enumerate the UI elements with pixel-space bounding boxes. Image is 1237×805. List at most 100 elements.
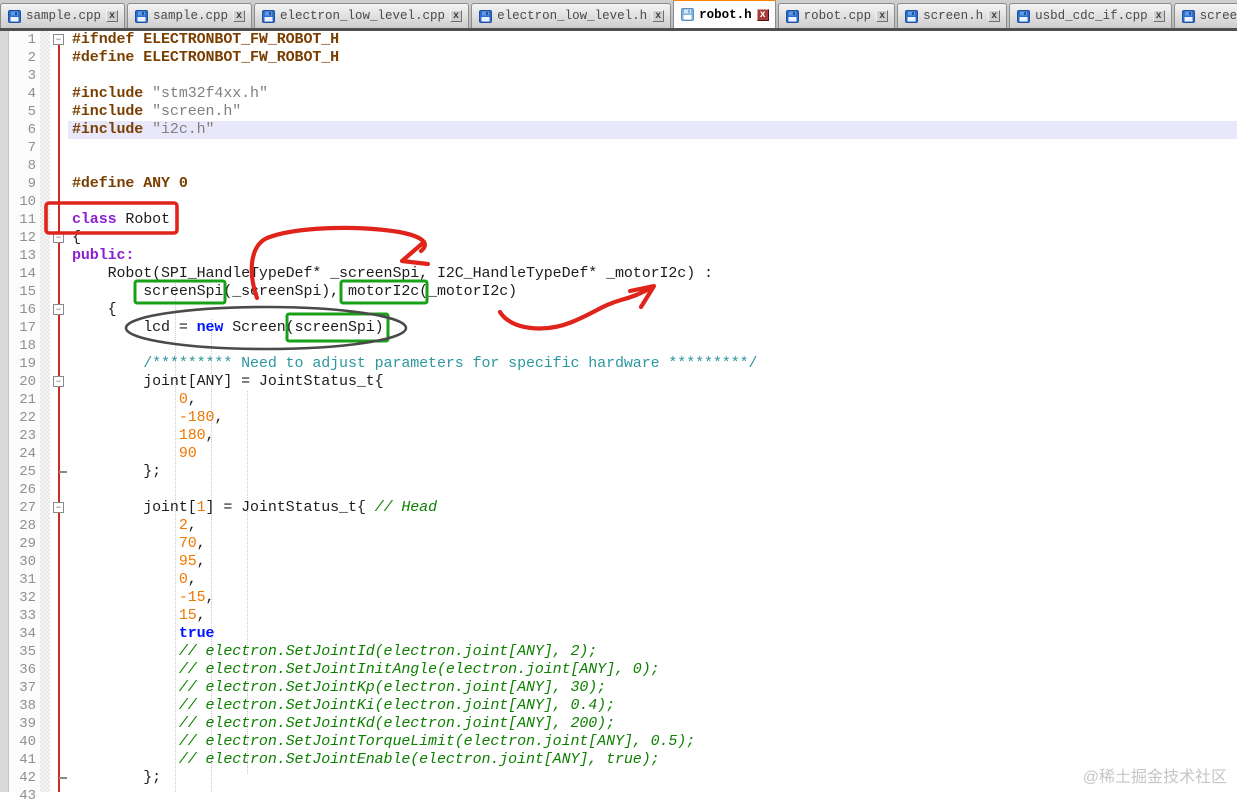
- editor-left-edge: [0, 31, 9, 792]
- token-def: [72, 391, 179, 408]
- token-def: ,: [196, 607, 206, 624]
- line-number: 40: [19, 734, 36, 750]
- token-def: lcd =: [72, 319, 197, 336]
- token-num: 180: [178, 427, 206, 444]
- fold-guide-line: [58, 38, 60, 792]
- token-cml: // electron.SetJointId(electron.joint[AN…: [72, 643, 598, 660]
- fold-collapse-icon[interactable]: −: [53, 304, 64, 315]
- code-line-16: {: [72, 301, 1237, 319]
- token-cml: // electron.SetJointInitAngle(electron.j…: [72, 661, 660, 678]
- code-line-15: screenSpi(_screenSpi), motorI2c(_motorI2…: [72, 283, 1237, 301]
- code-line-17: lcd = new Screen(screenSpi);: [72, 319, 1237, 337]
- code-line-2: #define ELECTRONBOT_FW_ROBOT_H: [72, 49, 1237, 67]
- line-number: 43: [19, 788, 36, 804]
- tab-screen.h[interactable]: screen.h x: [897, 3, 1008, 28]
- token-def: joint[ANY] = JointStatus_t{: [72, 373, 384, 390]
- line-number: 38: [19, 698, 36, 714]
- tab-screen.cpp[interactable]: screen.cppx: [1173, 3, 1237, 28]
- fold-margin[interactable]: − − − − −: [50, 31, 68, 792]
- floppy-disk-icon: [479, 9, 493, 23]
- token-def: Robot(SPI_HandleTypeDef* _screenSpi, I2C…: [72, 265, 713, 282]
- line-number: 26: [19, 482, 36, 498]
- code-line-32: -15,: [72, 589, 1237, 607]
- code-line-37: // electron.SetJointKp(electron.joint[AN…: [72, 679, 1237, 697]
- tab-close-icon[interactable]: x: [756, 8, 769, 21]
- line-number: 17: [19, 320, 36, 336]
- token-cml: // electron.SetJointKd(electron.joint[AN…: [72, 715, 615, 732]
- tab-close-icon[interactable]: x: [106, 10, 119, 22]
- token-def: };: [72, 769, 162, 786]
- tab-close-icon[interactable]: x: [1152, 10, 1165, 22]
- token-def: ,: [205, 589, 215, 606]
- tab-usbd_cdc_if.cpp[interactable]: usbd_cdc_if.cpp x: [1009, 3, 1172, 28]
- tab-robot.cpp[interactable]: robot.cpp x: [777, 3, 896, 28]
- tab-close-icon[interactable]: x: [988, 10, 1001, 22]
- floppy-disk-icon: [1181, 9, 1195, 23]
- floppy-disk-icon: [905, 9, 919, 23]
- token-cml: // electron.SetJointEnable(electron.join…: [72, 751, 660, 768]
- fold-collapse-icon[interactable]: −: [53, 232, 64, 243]
- line-number: 25: [19, 464, 36, 480]
- token-num: 2: [178, 517, 188, 534]
- token-def: Robot: [116, 211, 170, 228]
- fold-end-tick: [59, 471, 67, 473]
- line-number: 29: [19, 536, 36, 552]
- token-cml: // electron.SetJointKi(electron.joint[AN…: [72, 697, 615, 714]
- code-area[interactable]: #ifndef ELECTRONBOT_FW_ROBOT_H #define EL…: [68, 31, 1237, 792]
- code-line-22: -180,: [72, 409, 1237, 427]
- token-kwp: public:: [72, 247, 135, 264]
- token-def: ,: [187, 391, 197, 408]
- bookmark-margin[interactable]: [40, 31, 50, 792]
- tab-sample.cpp[interactable]: sample.cpp x: [127, 3, 253, 28]
- code-line-4: #include "stm32f4xx.h": [72, 85, 1237, 103]
- fold-collapse-icon[interactable]: −: [53, 376, 64, 387]
- token-def: [72, 553, 179, 570]
- token-def: ,: [196, 553, 206, 570]
- code-line-33: 15,: [72, 607, 1237, 625]
- token-num: 90: [178, 445, 197, 462]
- line-number: 20: [19, 374, 36, 390]
- code-line-12: {: [72, 229, 1237, 247]
- tab-robot.h[interactable]: robot.h x: [673, 0, 776, 28]
- code-line-42: };: [72, 769, 1237, 787]
- line-number: 24: [19, 446, 36, 462]
- tab-electron_low_level.h[interactable]: electron_low_level.h x: [471, 3, 672, 28]
- token-num: -15: [178, 589, 206, 606]
- line-number: 8: [27, 158, 36, 174]
- line-number: 11: [19, 212, 36, 228]
- code-line-5: #include "screen.h": [72, 103, 1237, 121]
- line-number: 37: [19, 680, 36, 696]
- token-def: [72, 445, 179, 462]
- line-number: 31: [19, 572, 36, 588]
- token-def: {: [72, 301, 117, 318]
- line-number: 6: [27, 122, 36, 138]
- token-str: "stm32f4xx.h": [152, 85, 268, 102]
- fold-collapse-icon[interactable]: −: [53, 34, 64, 45]
- tab-label: sample.cpp: [26, 9, 102, 23]
- code-line-39: // electron.SetJointKd(electron.joint[AN…: [72, 715, 1237, 733]
- fold-collapse-icon[interactable]: −: [53, 502, 64, 513]
- token-cmb: /********* Need to adjust parameters for…: [72, 355, 758, 372]
- tab-close-icon[interactable]: x: [876, 10, 889, 22]
- tab-close-icon[interactable]: x: [233, 10, 246, 22]
- tab-label: usbd_cdc_if.cpp: [1035, 9, 1148, 23]
- token-def: joint[: [72, 499, 197, 516]
- code-line-30: 95,: [72, 553, 1237, 571]
- token-def: ,: [187, 517, 197, 534]
- token-num: 70: [178, 535, 197, 552]
- tab-sample.cpp[interactable]: sample.cpp x: [0, 3, 126, 28]
- line-number: 19: [19, 356, 36, 372]
- code-line-21: 0,: [72, 391, 1237, 409]
- tab-label: sample.cpp: [153, 9, 229, 23]
- code-line-20: joint[ANY] = JointStatus_t{: [72, 373, 1237, 391]
- tab-close-icon[interactable]: x: [652, 10, 665, 22]
- token-def: [72, 427, 179, 444]
- tab-close-icon[interactable]: x: [450, 10, 463, 22]
- token-def: ] = JointStatus_t{: [205, 499, 375, 516]
- code-editor[interactable]: 1 2 3 4 5 6 7 8 9 10 11 12 13 14 15 16 17 18 19 20 21 22 23 24 2…: [0, 31, 1237, 804]
- token-def: ,: [196, 535, 206, 552]
- token-def: ,: [205, 427, 215, 444]
- tab-electron_low_level.cpp[interactable]: electron_low_level.cpp x: [254, 3, 470, 28]
